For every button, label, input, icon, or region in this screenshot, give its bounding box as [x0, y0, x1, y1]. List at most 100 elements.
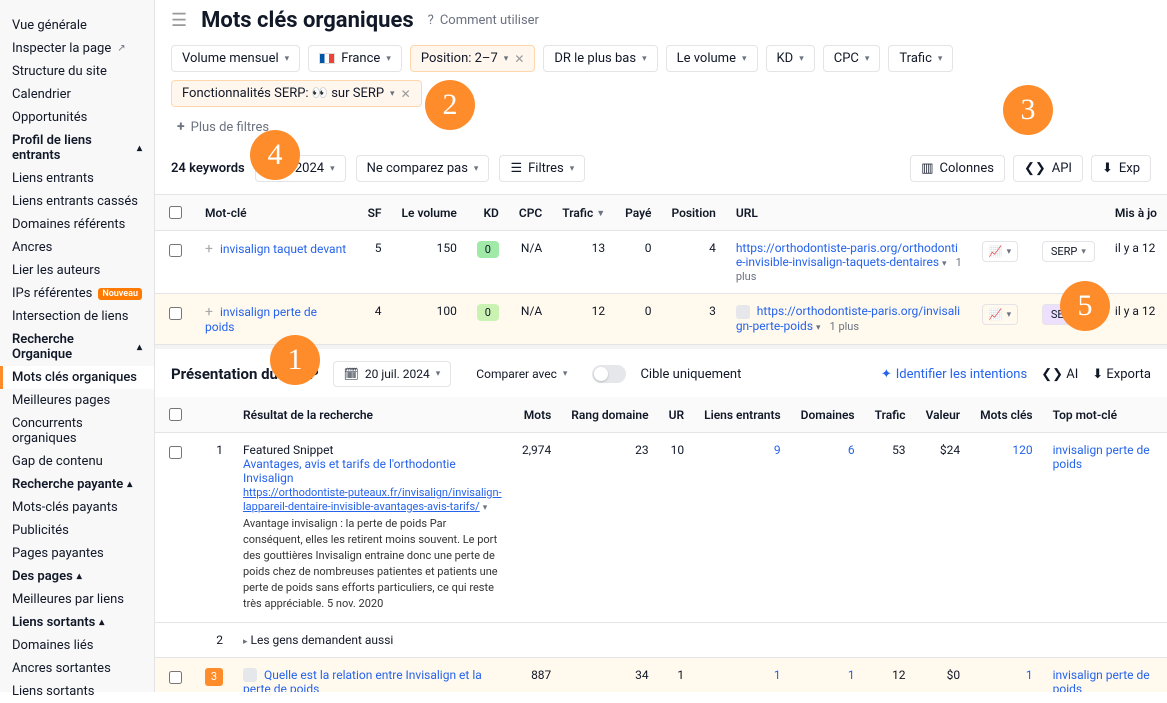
filters-button[interactable]: ☰ Filtres ▾: [499, 155, 585, 182]
chip-cpc[interactable]: CPC ▾: [823, 45, 881, 72]
result-url-link[interactable]: https://orthodontiste-puteaux.fr/invisal…: [243, 486, 502, 513]
serp-export-button[interactable]: ⬇ Exporta: [1092, 367, 1151, 382]
col-domaines[interactable]: Domaines: [791, 397, 865, 433]
expand-paa-icon[interactable]: ▸: [243, 637, 248, 647]
expand-row-icon[interactable]: +: [205, 304, 213, 320]
sidebar-item-broken-backlinks[interactable]: Liens entrants cassés: [0, 190, 154, 213]
chip-dr[interactable]: DR le plus bas ▾: [543, 45, 657, 72]
sidebar-item-link-intersect[interactable]: Intersection de liens: [0, 305, 154, 328]
col-url[interactable]: URL: [726, 195, 972, 231]
sidebar-item-paid-keywords[interactable]: Mots-clés payants: [0, 496, 154, 519]
chip-country[interactable]: France ▾: [308, 45, 402, 72]
remove-filter-icon[interactable]: ✕: [514, 52, 524, 66]
serp-button[interactable]: SERP ▾: [1042, 241, 1095, 262]
col-cpc[interactable]: CPC: [509, 195, 552, 231]
col-mots[interactable]: Mots: [512, 397, 561, 433]
serp-compare-select[interactable]: Comparer avec ▾: [465, 361, 578, 387]
sidebar-item-paid-pages[interactable]: Pages payantes: [0, 542, 154, 565]
sidebar-item-ref-domains[interactable]: Domaines référents: [0, 213, 154, 236]
how-to-link[interactable]: ? Comment utiliser: [428, 13, 539, 28]
domains-link[interactable]: 1: [848, 668, 855, 682]
sidebar-group-paid[interactable]: Recherche payante ▴: [0, 473, 154, 496]
col-sf[interactable]: SF: [358, 195, 392, 231]
chip-volume[interactable]: Volume mensuel ▾: [171, 45, 300, 72]
backlinks-link[interactable]: 9: [774, 443, 781, 457]
chip-kd[interactable]: KD ▾: [766, 45, 815, 72]
chip-position[interactable]: Position: 2–7 ▾ ✕: [410, 45, 536, 72]
col-result[interactable]: Résultat de la recherche: [233, 397, 512, 433]
sidebar-item-opportunities[interactable]: Opportunités: [0, 106, 154, 129]
backlinks-link[interactable]: 1: [774, 668, 781, 682]
position-chart-button[interactable]: 📈▾: [982, 241, 1018, 262]
serp-select-all-checkbox[interactable]: [169, 408, 182, 421]
sidebar-item-anchors[interactable]: Ancres: [0, 236, 154, 259]
serp-api-button[interactable]: ❮❯ AI: [1041, 367, 1078, 382]
serp-row-checkbox[interactable]: [169, 446, 182, 459]
compare-select[interactable]: Ne comparez pas ▾: [356, 155, 490, 182]
chip-trafic[interactable]: Trafic ▾: [888, 45, 953, 72]
keyword-link[interactable]: invisalign perte de poids: [205, 305, 317, 334]
position-chart-button[interactable]: 📈▾: [982, 304, 1018, 325]
sidebar-item-calendar[interactable]: Calendrier: [0, 83, 154, 106]
remove-filter-icon[interactable]: ✕: [401, 87, 411, 101]
chevron-down-icon[interactable]: ▾: [942, 259, 947, 269]
col-topkw[interactable]: Top mot-clé: [1043, 397, 1167, 433]
col-kd[interactable]: KD: [467, 195, 509, 231]
sidebar-item-link-authors[interactable]: Lier les auteurs: [0, 259, 154, 282]
url-link[interactable]: https://orthodontiste-paris.org/orthodon…: [736, 241, 958, 269]
sidebar-group-pages[interactable]: Des pages ▴: [0, 565, 154, 588]
top-keyword-link[interactable]: invisalign perte de poids: [1053, 443, 1150, 471]
row-checkbox[interactable]: [169, 307, 182, 320]
select-all-checkbox[interactable]: [169, 206, 182, 219]
col-ur[interactable]: UR: [659, 397, 695, 433]
sidebar-item-top-pages[interactable]: Meilleures pages: [0, 389, 154, 412]
result-title-link[interactable]: Avantages, avis et tarifs de l'orthodont…: [243, 457, 456, 485]
sidebar-group-outgoing[interactable]: Liens sortants ▴: [0, 611, 154, 634]
chevron-down-icon[interactable]: ▾: [816, 323, 821, 333]
serp-date-select[interactable]: 🗓 20 juil. 2024 ▾: [333, 361, 452, 387]
keyword-link[interactable]: invisalign taquet devant: [220, 242, 346, 256]
url-plus[interactable]: 1 plus: [830, 320, 860, 333]
col-keyword[interactable]: Mot-clé: [195, 195, 358, 231]
sidebar-item-organic-keywords[interactable]: Mots clés organiques: [0, 366, 154, 389]
domains-link[interactable]: 6: [848, 443, 855, 457]
chevron-down-icon[interactable]: ▾: [483, 503, 488, 513]
col-paye[interactable]: Payé: [615, 195, 661, 231]
sidebar-item-backlinks[interactable]: Liens entrants: [0, 167, 154, 190]
sidebar-item-inspect[interactable]: Inspecter la page ↗: [0, 37, 154, 60]
col-motcles[interactable]: Mots clés: [970, 397, 1042, 433]
row-checkbox[interactable]: [169, 244, 182, 257]
top-keyword-link[interactable]: invisalign perte de poids: [1053, 668, 1150, 692]
sidebar-item-ads[interactable]: Publicités: [0, 519, 154, 542]
col-valeur[interactable]: Valeur: [916, 397, 971, 433]
col-trafic[interactable]: Trafic ▼: [552, 195, 615, 231]
col-volume[interactable]: Le volume: [392, 195, 467, 231]
sidebar-item-content-gap[interactable]: Gap de contenu: [0, 450, 154, 473]
columns-button[interactable]: ▥ Colonnes: [910, 155, 1005, 182]
col-dr[interactable]: Rang domaine: [561, 397, 658, 433]
sidebar-item-outgoing-anchors[interactable]: Ancres sortantes: [0, 657, 154, 680]
export-button[interactable]: ⬇ Exp: [1091, 155, 1151, 182]
sidebar-item-overview[interactable]: Vue générale: [0, 14, 154, 37]
api-button[interactable]: ❮❯ API: [1013, 155, 1083, 182]
col-trafic2[interactable]: Trafic: [865, 397, 916, 433]
hamburger-icon[interactable]: ☰: [171, 10, 187, 31]
chip-serp-features[interactable]: Fonctionnalités SERP: 👀 sur SERP ▾ ✕: [171, 80, 422, 107]
sidebar-item-competitors[interactable]: Concurrents organiques: [0, 412, 154, 450]
serp-row-checkbox[interactable]: [169, 671, 182, 684]
sidebar-item-structure[interactable]: Structure du site: [0, 60, 154, 83]
col-position[interactable]: Position: [661, 195, 725, 231]
sidebar-item-linked-domains[interactable]: Domaines liés: [0, 634, 154, 657]
sidebar-item-best-by-links[interactable]: Meilleures par liens: [0, 588, 154, 611]
expand-row-icon[interactable]: +: [205, 241, 213, 257]
sidebar-group-backlinks[interactable]: Profil de liens entrants ▴: [0, 129, 154, 167]
result-title-link[interactable]: Quelle est la relation entre Invisalign …: [243, 668, 482, 692]
keywords-link[interactable]: 120: [1012, 443, 1032, 457]
col-updated[interactable]: Mis à jo: [1105, 195, 1167, 231]
keywords-link[interactable]: 1: [1026, 668, 1033, 682]
sidebar-group-organic[interactable]: Recherche Organique ▴: [0, 328, 154, 366]
col-backlinks[interactable]: Liens entrants: [694, 397, 791, 433]
identify-intents-link[interactable]: ✦ Identifier les intentions: [881, 367, 1027, 382]
sidebar-item-ref-ips[interactable]: IPs référentes Nouveau: [0, 282, 154, 305]
chip-levolume[interactable]: Le volume ▾: [666, 45, 758, 72]
